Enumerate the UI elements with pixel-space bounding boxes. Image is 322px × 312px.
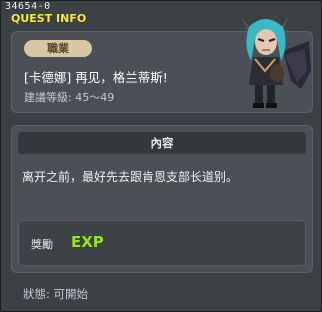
- level-requirement: 建議等級: 45～49: [24, 91, 115, 104]
- quest-name: [卡德娜] 再见，格兰蒂斯!: [24, 70, 168, 85]
- window-title: QUEST INFO: [11, 12, 87, 25]
- reward-label: 獎勵: [31, 238, 53, 251]
- exp-reward-icon[interactable]: EXP: [69, 230, 109, 252]
- quest-info-window: 34654-0 QUEST INFO 職業 [卡德娜] 再见，格兰蒂斯! 建議等…: [0, 0, 322, 312]
- reward-box: 獎勵 EXP: [18, 220, 306, 266]
- job-tag: 職業: [24, 40, 92, 57]
- quest-status: 狀態: 可開始: [23, 287, 89, 301]
- quest-code: 34654-0: [5, 1, 51, 12]
- quest-content-panel: 內容 离开之前，最好先去跟肯恩支部长道别。 獎勵 EXP: [11, 125, 313, 273]
- exp-text: EXP: [71, 233, 104, 251]
- npc-portrait: [241, 15, 311, 108]
- quest-description: 离开之前，最好先去跟肯恩支部长道别。: [22, 170, 239, 184]
- content-section-title: 內容: [18, 132, 306, 154]
